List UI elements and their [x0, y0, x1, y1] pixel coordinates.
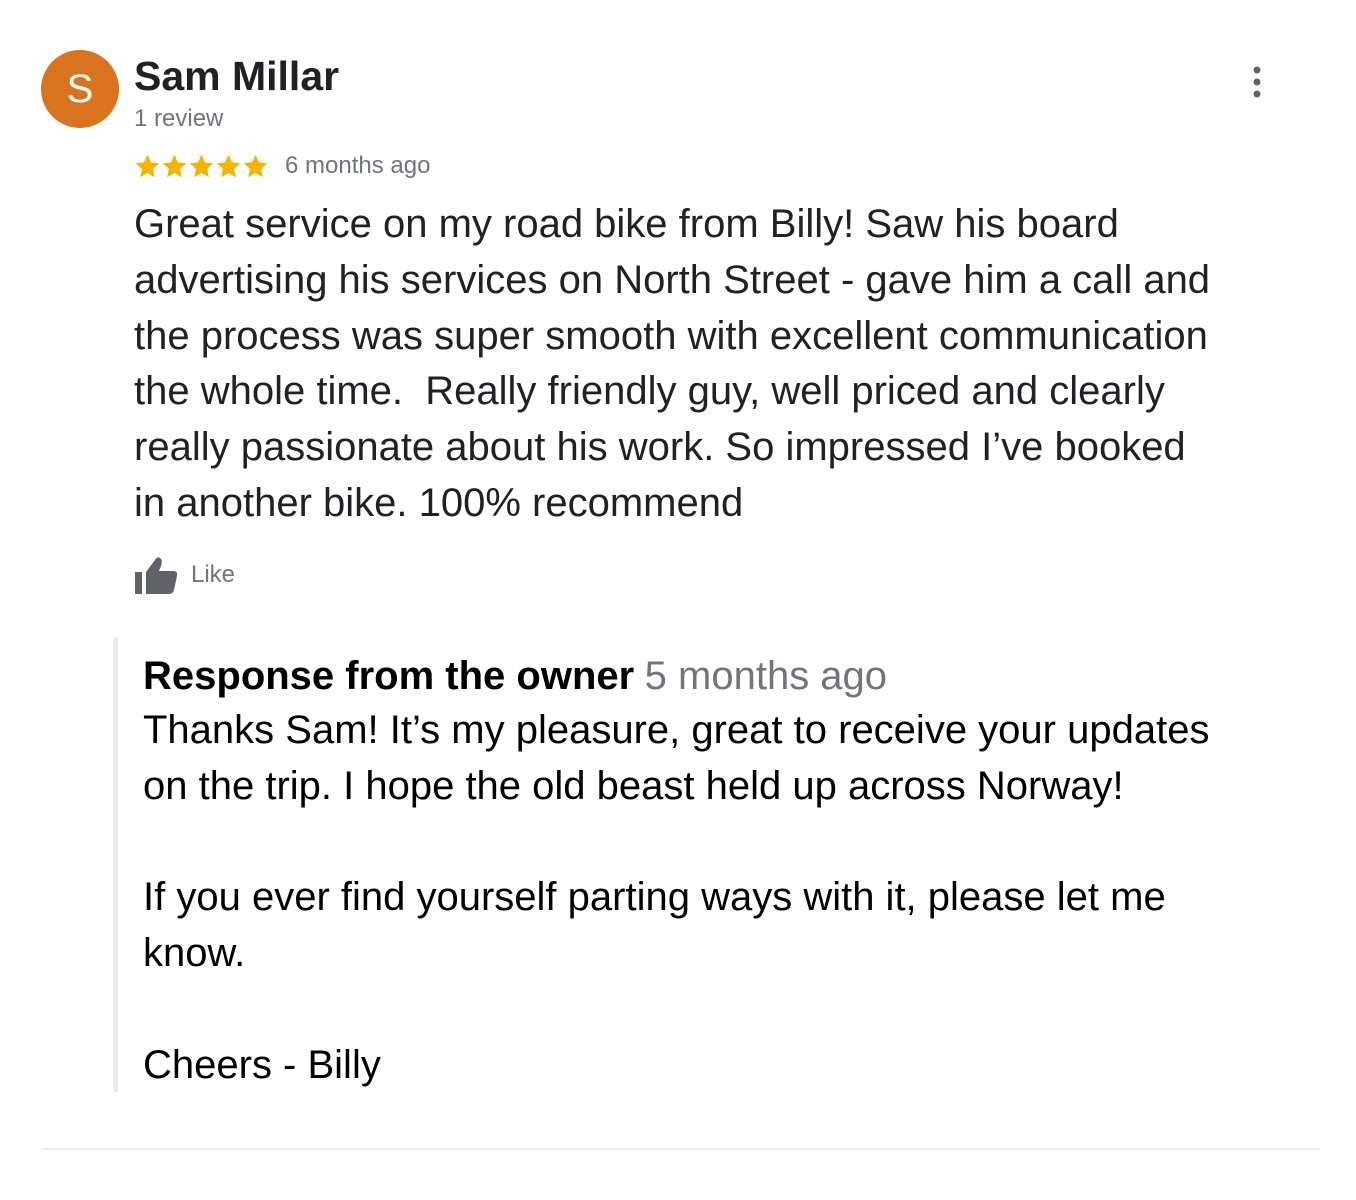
- review-text: Great service on my road bike from Billy…: [134, 202, 1211, 525]
- more-options-button[interactable]: [1237, 62, 1277, 102]
- star-icon: [162, 154, 187, 177]
- divider: [41, 1148, 1320, 1150]
- rating-row: 6 months ago: [134, 150, 430, 182]
- response-header: Response from the owner 5 months ago: [143, 651, 887, 710]
- star-icon: [189, 154, 214, 177]
- review-card: S Sam Millar 1 review 6 months ago Great…: [0, 0, 1356, 1200]
- response-title: Response from the owner: [143, 654, 635, 698]
- response-text: Thanks Sam! It’s my pleasure, great to r…: [143, 708, 1210, 1087]
- star-rating: [134, 153, 269, 180]
- response-time: 5 months ago: [644, 654, 888, 698]
- avatar[interactable]: S: [41, 50, 119, 128]
- like-label: Like: [191, 561, 236, 588]
- like-button[interactable]: Like: [133, 553, 235, 597]
- review-count: 1 review: [134, 105, 224, 132]
- more-vert-icon: [1253, 66, 1261, 98]
- owner-response: Response from the owner 5 months ago Tha…: [113, 637, 1338, 1092]
- thumbs-up-icon: [135, 557, 178, 594]
- author-name[interactable]: Sam Millar: [134, 51, 339, 101]
- review-time: 6 months ago: [285, 152, 431, 179]
- star-icon: [243, 154, 268, 177]
- star-icon: [135, 154, 160, 177]
- star-icon: [216, 154, 241, 177]
